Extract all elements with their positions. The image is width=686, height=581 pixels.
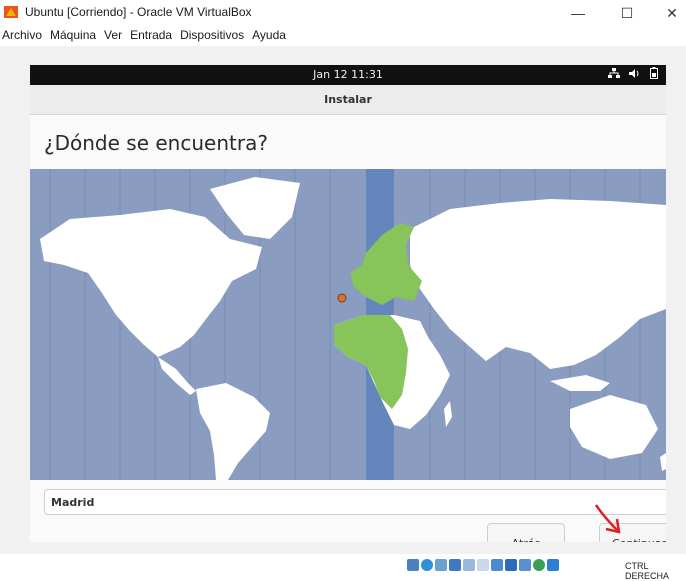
menu-archivo[interactable]: Archivo bbox=[2, 28, 42, 46]
battery-icon[interactable] bbox=[650, 67, 658, 79]
guest-screen: Jan 12 11:31 Instalar ¿Dónde se encuentr… bbox=[30, 65, 666, 542]
host-key-label: CTRL DERECHA bbox=[625, 561, 670, 581]
pointer-arrow-icon bbox=[594, 504, 621, 534]
usb-icon[interactable] bbox=[463, 559, 475, 571]
menu-bar: Archivo Máquina Ver Entrada Dispositivos… bbox=[0, 28, 286, 46]
network-icon[interactable] bbox=[608, 67, 620, 79]
maximize-button[interactable]: ☐ bbox=[612, 2, 642, 24]
network-adapter-icon[interactable] bbox=[449, 559, 461, 571]
shared-folders-icon[interactable] bbox=[477, 559, 489, 571]
status-icons bbox=[407, 559, 559, 571]
cpu-icon[interactable] bbox=[519, 559, 531, 571]
timezone-field[interactable] bbox=[44, 489, 666, 515]
menu-entrada[interactable]: Entrada bbox=[130, 28, 172, 46]
minimize-button[interactable]: — bbox=[563, 2, 593, 24]
optical-drive-icon[interactable] bbox=[421, 559, 433, 571]
menu-ver[interactable]: Ver bbox=[104, 28, 122, 46]
timezone-map[interactable] bbox=[30, 169, 666, 480]
menu-ayuda[interactable]: Ayuda bbox=[252, 28, 286, 46]
harddisk-icon[interactable] bbox=[407, 559, 419, 571]
close-button[interactable]: ✕ bbox=[657, 2, 686, 24]
volume-icon[interactable] bbox=[629, 68, 641, 79]
installer-header: Instalar bbox=[30, 85, 666, 115]
audio-icon[interactable] bbox=[435, 559, 447, 571]
virtualbox-logo-icon bbox=[4, 6, 18, 18]
recording-icon[interactable] bbox=[505, 559, 517, 571]
menu-maquina[interactable]: Máquina bbox=[50, 28, 96, 46]
gnome-top-bar: Jan 12 11:31 bbox=[30, 65, 666, 85]
window-title-bar: Ubuntu [Corriendo] - Oracle VM VirtualBo… bbox=[0, 0, 686, 26]
mouse-integration-icon[interactable] bbox=[533, 559, 545, 571]
vm-status-bar: CTRL DERECHA bbox=[0, 554, 686, 581]
clock[interactable]: Jan 12 11:31 bbox=[30, 68, 666, 81]
display-icon[interactable] bbox=[491, 559, 503, 571]
window-title: Ubuntu [Corriendo] - Oracle VM VirtualBo… bbox=[25, 5, 252, 19]
menu-dispositivos[interactable]: Dispositivos bbox=[180, 28, 244, 46]
system-tray[interactable] bbox=[608, 67, 658, 79]
installer-title: Instalar bbox=[324, 93, 372, 106]
page-title: ¿Dónde se encuentra? bbox=[44, 131, 268, 155]
keyboard-capture-icon[interactable] bbox=[547, 559, 559, 571]
back-button[interactable]: Atrás bbox=[487, 523, 565, 542]
madrid-location-marker[interactable] bbox=[337, 293, 347, 303]
